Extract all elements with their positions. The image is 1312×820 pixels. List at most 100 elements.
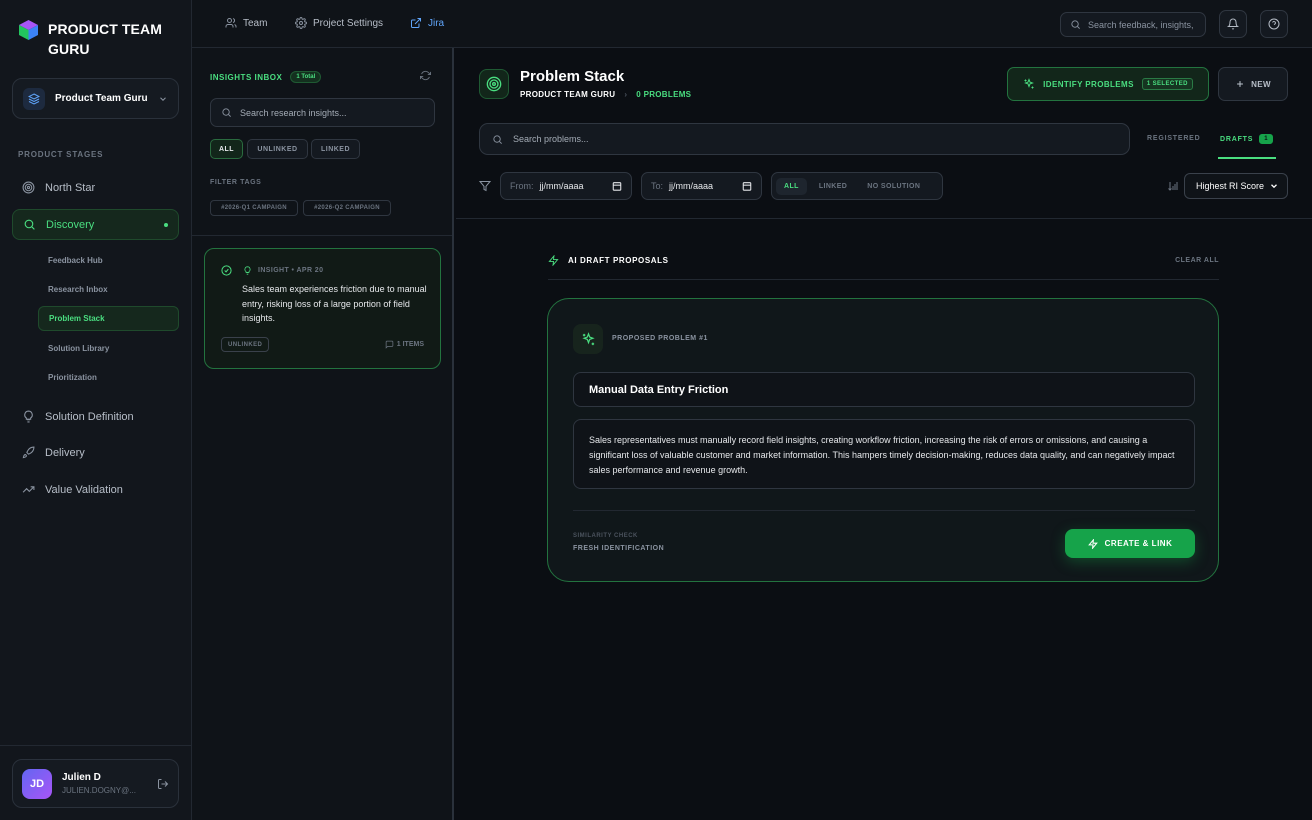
brand[interactable]: PRODUCT TEAM GURU xyxy=(18,19,168,59)
link-filter-linked[interactable]: LINKED xyxy=(811,178,855,195)
sidebar-item-north-star[interactable]: North Star xyxy=(12,172,179,203)
create-and-link-button[interactable]: CREATE & LINK xyxy=(1065,529,1195,558)
similarity-label: SIMILARITY CHECK xyxy=(573,533,638,539)
chevron-down-icon xyxy=(158,94,168,104)
user-card[interactable]: JD Julien D JULIEN.DOGNY@... xyxy=(12,759,179,808)
bell-icon xyxy=(1227,18,1239,30)
tab-drafts[interactable]: DRAFTS 1 xyxy=(1220,134,1274,144)
search-icon xyxy=(492,134,503,145)
inbox-total-badge: 1 Total xyxy=(290,71,322,83)
inbox-search-input[interactable]: Search research insights... xyxy=(210,98,435,127)
cube-logo-icon xyxy=(18,19,39,41)
sub-item-solution-library[interactable]: Solution Library xyxy=(38,336,179,361)
filter-icon[interactable] xyxy=(479,180,491,192)
items-count-label: 1 ITEMS xyxy=(396,341,424,348)
lightning-icon xyxy=(1087,538,1098,549)
jira-link[interactable]: Jira xyxy=(410,17,444,29)
link-filter-all[interactable]: ALL xyxy=(776,177,807,195)
inbox-header: INSIGHTS INBOX 1 Total xyxy=(210,71,322,83)
sub-item-problem-stack[interactable]: Problem Stack xyxy=(38,306,179,331)
workspace-selector[interactable]: Product Team Guru xyxy=(12,78,179,119)
sidebar-item-delivery[interactable]: Delivery xyxy=(12,437,179,468)
trending-up-icon xyxy=(22,483,35,496)
active-dot xyxy=(164,223,168,227)
user-email: JULIEN.DOGNY@... xyxy=(62,786,136,795)
main-panel: Problem Stack PRODUCT TEAM GURU › 0 PROB… xyxy=(456,48,1312,820)
identify-problems-label: IDENTIFY PROBLEMS xyxy=(1043,79,1134,89)
help-circle-icon xyxy=(1268,18,1280,30)
sidebar-footer: JD Julien D JULIEN.DOGNY@... xyxy=(0,745,191,820)
notifications-button[interactable] xyxy=(1219,10,1247,38)
proposal-card: PROPOSED PROBLEM #1 Manual Data Entry Fr… xyxy=(547,298,1219,582)
tab-registered[interactable]: REGISTERED xyxy=(1147,135,1201,142)
sort-select-value: Highest RI Score xyxy=(1196,181,1265,191)
plus-icon xyxy=(1235,79,1245,89)
from-date-field[interactable]: From: jj/mm/aaaa xyxy=(500,172,632,200)
project-settings-link[interactable]: Project Settings xyxy=(295,17,383,29)
check-circle-icon[interactable] xyxy=(221,265,232,276)
sub-item-feedback-hub[interactable]: Feedback Hub xyxy=(38,248,179,273)
to-label: To: xyxy=(651,181,664,191)
sparkles-icon xyxy=(1023,78,1035,90)
lightbulb-icon xyxy=(243,266,252,275)
calendar-icon[interactable] xyxy=(742,181,752,191)
target-icon xyxy=(479,69,509,99)
app-title: PRODUCT TEAM GURU xyxy=(48,21,162,57)
clear-all-button[interactable]: CLEAR ALL xyxy=(1175,257,1219,264)
refresh-icon[interactable] xyxy=(420,70,431,81)
top-bar: Team Project Settings Jira Search feedba… xyxy=(192,0,1312,48)
insights-inbox-panel: INSIGHTS INBOX 1 Total Search research i… xyxy=(192,48,454,820)
comment-icon xyxy=(385,340,394,349)
calendar-icon[interactable] xyxy=(612,181,622,191)
filter-all[interactable]: ALL xyxy=(210,139,243,159)
sidebar-item-solution-definition[interactable]: Solution Definition xyxy=(12,401,179,432)
proposal-title-input[interactable]: Manual Data Entry Friction xyxy=(573,372,1195,407)
divider xyxy=(456,218,1312,219)
sidebar: PRODUCT TEAM GURU Product Team Guru PROD… xyxy=(0,0,192,820)
sidebar-item-label: North Star xyxy=(45,181,96,194)
logout-icon[interactable] xyxy=(157,778,169,790)
identify-problems-button[interactable]: IDENTIFY PROBLEMS 1 SELECTED xyxy=(1007,67,1209,101)
users-icon xyxy=(225,17,237,29)
sub-item-research-inbox[interactable]: Research Inbox xyxy=(38,277,179,302)
ai-proposals-title: AI DRAFT PROPOSALS xyxy=(548,255,669,266)
insight-text: Sales team experiences friction due to m… xyxy=(242,284,427,323)
proposal-description-textarea[interactable]: Sales representatives must manually reco… xyxy=(573,419,1195,489)
to-date-value: jj/mm/aaaa xyxy=(669,181,714,191)
insight-card[interactable]: INSIGHT • APR 20 Sales team experiences … xyxy=(204,248,441,369)
tag-q1-campaign[interactable]: #2026-Q1 CAMPAIGN xyxy=(210,200,298,216)
section-label: PRODUCT STAGES xyxy=(18,150,104,159)
workspace-name: Product Team Guru xyxy=(55,93,148,104)
sidebar-item-label: Solution Definition xyxy=(45,410,134,423)
tab-drafts-label: DRAFTS xyxy=(1220,135,1254,143)
global-search-input[interactable]: Search feedback, insights, xyxy=(1060,12,1206,37)
sidebar-item-discovery[interactable]: Discovery xyxy=(12,209,179,240)
filter-unlinked[interactable]: UNLINKED xyxy=(247,139,308,159)
search-icon xyxy=(23,218,36,231)
lightbulb-icon xyxy=(22,410,35,423)
divider xyxy=(573,510,1195,511)
new-problem-button[interactable]: NEW xyxy=(1218,67,1288,101)
link-filter-segmented: ALL LINKED NO SOLUTION xyxy=(771,172,943,200)
inbox-title: INSIGHTS INBOX xyxy=(210,72,283,82)
sidebar-item-label: Delivery xyxy=(45,446,85,459)
tab-registered-label: REGISTERED xyxy=(1147,135,1201,142)
page-title: Problem Stack xyxy=(520,68,625,85)
breadcrumb-project[interactable]: PRODUCT TEAM GURU xyxy=(520,90,615,99)
filter-linked[interactable]: LINKED xyxy=(311,139,360,159)
link-filter-no-solution[interactable]: NO SOLUTION xyxy=(859,178,928,195)
search-icon xyxy=(1070,19,1081,30)
to-date-field[interactable]: To: jj/mm/aaaa xyxy=(641,172,762,200)
help-button[interactable] xyxy=(1260,10,1288,38)
proposal-label: PROPOSED PROBLEM #1 xyxy=(612,335,708,342)
problem-search-input[interactable]: Search problems... xyxy=(479,123,1130,155)
insight-date: INSIGHT • APR 20 xyxy=(258,267,324,274)
project-settings-label: Project Settings xyxy=(313,17,384,29)
sidebar-item-label: Value Validation xyxy=(45,483,123,496)
sub-item-prioritization[interactable]: Prioritization xyxy=(38,365,179,390)
tag-q2-campaign[interactable]: #2026-Q2 CAMPAIGN xyxy=(303,200,391,216)
sidebar-item-value-validation[interactable]: Value Validation xyxy=(12,474,179,505)
team-link[interactable]: Team xyxy=(225,17,267,29)
sort-select[interactable]: Highest RI Score xyxy=(1184,173,1288,199)
from-date-value: jj/mm/aaaa xyxy=(539,181,584,191)
